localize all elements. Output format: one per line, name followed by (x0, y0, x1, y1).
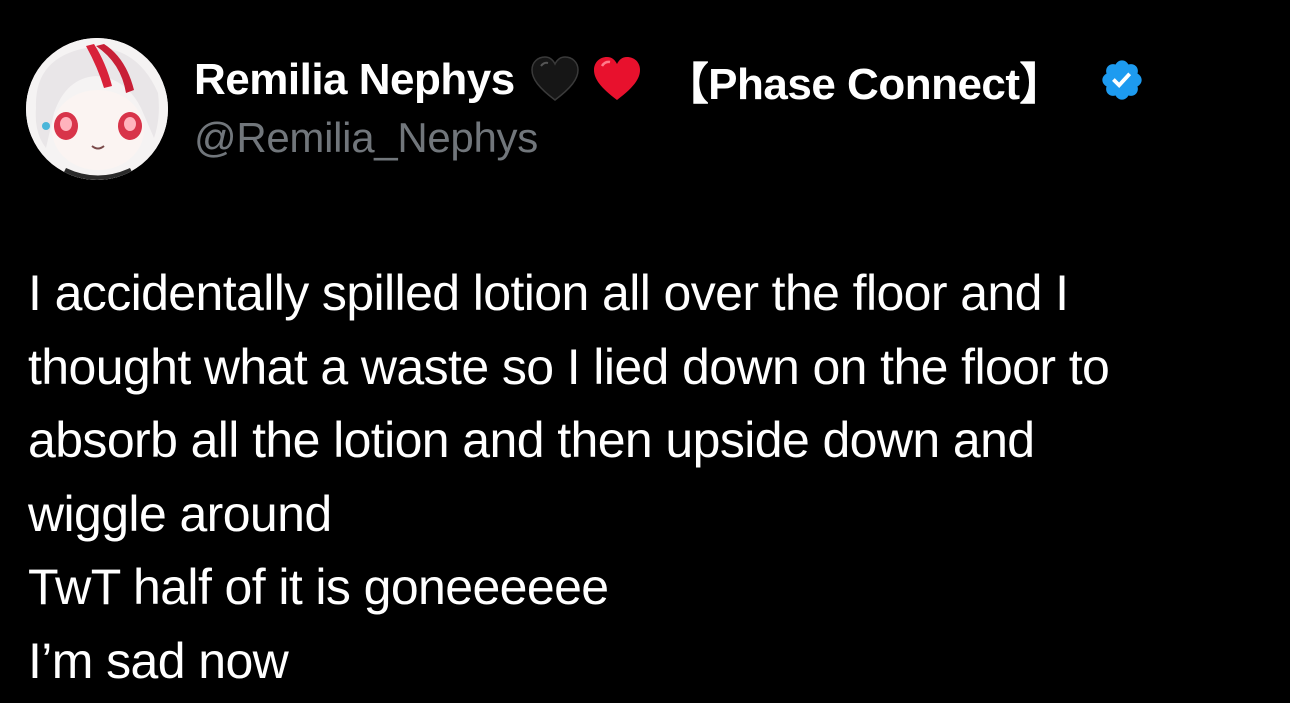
author-name-row: Remilia Nephys 【Phase Connect】 (194, 50, 1145, 110)
tweet-text-line: thought what a waste so I lied down on t… (28, 338, 1110, 395)
tweet-text-line: I’m sad now (28, 632, 289, 689)
affiliation-label: 【Phase Connect】 (664, 60, 1064, 109)
avatar-image (26, 38, 168, 180)
tweet-card: Remilia Nephys 【Phase Connect】 @Remilia_… (0, 0, 1290, 703)
tweet-text-line: absorb all the lotion and then upside do… (28, 412, 1035, 468)
tweet-text-line: wiggle around (28, 485, 332, 542)
verified-badge-icon[interactable] (1099, 57, 1145, 103)
tweet-text: I accidentally spilled lotion all over t… (28, 257, 1268, 698)
red-heart-icon (591, 54, 643, 106)
display-name[interactable]: Remilia Nephys (194, 55, 515, 105)
tweet-text-line: I accidentally spilled lotion all over t… (28, 265, 1069, 321)
black-heart-icon (529, 54, 581, 106)
author-handle[interactable]: @Remilia_Nephys (194, 114, 538, 162)
tweet-text-line: TwT half of it is goneeeeee (28, 559, 609, 615)
avatar[interactable] (26, 38, 168, 180)
